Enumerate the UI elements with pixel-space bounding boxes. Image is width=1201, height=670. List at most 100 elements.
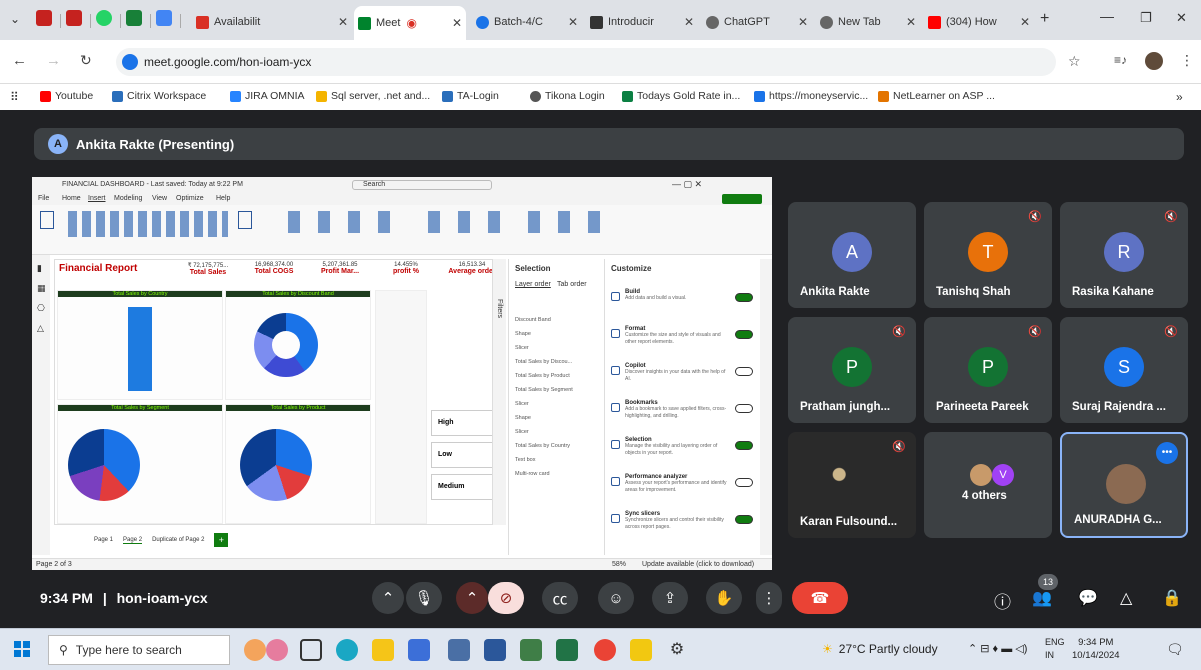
windows-start-icon[interactable] [14,641,30,657]
customize-item-toggle[interactable] [735,404,753,413]
bookmark-gold-rate[interactable]: Todays Gold Rate in... [622,90,740,102]
selection-layer-item[interactable]: Total Sales by Product [515,369,599,383]
tab-search-chevron-icon[interactable]: ⌄ [10,12,20,26]
slicer-high[interactable]: High [431,410,497,436]
pbi-menu-file[interactable]: File [38,195,49,202]
tab-gmail[interactable]: Availabilit ✕ [192,8,352,36]
participant-tile[interactable]: 🔇 P Pratham jungh... [788,317,916,423]
participant-tile[interactable]: 🔇 S Suraj Rajendra ... [1060,317,1188,423]
customize-item-toggle[interactable] [735,367,753,376]
selection-layer-item[interactable]: Text box [515,453,599,467]
pinned-tab-2-icon[interactable] [66,10,82,26]
app-icon[interactable] [520,639,542,661]
slicer-medium[interactable]: Medium [431,474,497,500]
selection-layer-item[interactable]: Shape [515,327,599,341]
cupcake-widget-icon-2[interactable] [266,639,288,661]
chart-sales-by-discount[interactable]: Total Sales by Discount Band [225,290,371,400]
people-icon[interactable]: 👥 [1032,588,1052,608]
participant-tile[interactable]: A Ankita Rakte [788,202,916,308]
language-indicator[interactable]: ENG IN [1045,636,1065,662]
activities-icon[interactable]: △ [1120,588,1132,608]
chart-sales-by-product[interactable]: Total Sales by Product [225,404,371,524]
docs-tab-icon[interactable] [156,10,172,26]
close-icon[interactable]: ✕ [794,15,808,29]
selection-layer-item[interactable]: Slicer [515,397,599,411]
selection-layer-item[interactable]: Slicer [515,341,599,355]
customize-item-toggle[interactable] [735,441,753,450]
bookmark-tikona[interactable]: Tikona Login [530,90,605,102]
tab-intro[interactable]: Introducir ✕ [586,8,698,36]
selection-layer-item[interactable]: Total Sales by Segment [515,383,599,397]
bookmark-ta-login[interactable]: TA-Login [442,90,499,102]
mic-button[interactable]: 🎙 [406,582,442,614]
whatsapp-tab-icon[interactable] [96,10,112,26]
close-icon[interactable]: ✕ [902,15,916,29]
customize-item-toggle[interactable] [735,293,753,302]
customize-item-toggle[interactable] [735,478,753,487]
pbi-menu-view[interactable]: View [152,195,167,202]
pbi-window-controls-icon[interactable]: — ▢ ✕ [672,179,702,190]
apps-grid-icon[interactable]: ⠿ [10,90,19,104]
tab-chatgpt[interactable]: ChatGPT ✕ [702,8,812,36]
weather-widget[interactable]: ☀ 27°C Partly cloudy [822,642,938,656]
visuals-gallery-icon[interactable] [68,211,228,237]
emoji-button[interactable]: ☺ [598,582,634,614]
customize-item-toggle[interactable] [735,330,753,339]
pbi-search-box[interactable]: Search [352,180,492,190]
camera-off-button[interactable]: ⊘ [488,582,524,614]
filter-cards[interactable] [375,290,427,524]
site-info-icon[interactable] [122,54,138,70]
report-view-icon[interactable]: ▮ [37,263,42,274]
leave-call-button[interactable]: ☎ [792,582,848,614]
selection-tab-layer[interactable]: Layer order [515,281,551,288]
system-tray-icons[interactable]: ⌃ ⊟ ♦ ▬ ◁) [968,642,1027,655]
media-control-icon[interactable]: ≡♪ [1114,53,1127,67]
more-visuals-icon[interactable] [238,211,252,229]
notification-icon[interactable]: 🗨 [1166,641,1184,658]
bookmark-star-icon[interactable]: ☆ [1068,53,1081,70]
dax-view-icon[interactable]: △ [37,323,44,334]
forward-button[interactable]: → [46,52,61,69]
ai-visuals-icon[interactable] [288,211,408,233]
pinned-tab-1-icon[interactable] [36,10,52,26]
participant-tile[interactable]: ••• ANURADHA G... [1060,432,1188,538]
present-button[interactable]: ⇪ [652,582,688,614]
close-icon[interactable]: ✕ [680,15,694,29]
pbi-menu-home[interactable]: Home [62,195,81,202]
audio-options-chevron-icon[interactable]: ⌃ [372,582,404,614]
pbi-menu-modeling[interactable]: Modeling [114,195,142,202]
shared-screen[interactable]: FINANCIAL DASHBOARD - Last saved: Today … [32,177,772,570]
settings-gear-icon[interactable]: ⚙ [666,639,688,661]
close-icon[interactable]: ✕ [334,15,348,29]
page-tab-2[interactable]: Page 2 [123,537,143,544]
tile-more-options-icon[interactable]: ••• [1156,442,1178,464]
menu-dots-icon[interactable]: ⋮ [1180,52,1194,69]
bookmark-jira[interactable]: JIRA OMNIA [230,90,305,102]
powerbi-icon[interactable] [630,639,652,661]
word-icon[interactable] [484,639,506,661]
taskbar-clock[interactable]: 9:34 PM 10/14/2024 [1072,636,1120,662]
bookmark-netlearner[interactable]: NetLearner on ASP ... [878,90,995,102]
bookmark-youtube[interactable]: Youtube [40,90,93,102]
page-tab-1[interactable]: Page 1 [94,537,113,543]
file-explorer-icon[interactable] [372,639,394,661]
taskbar-search-box[interactable]: ⚲ Type here to search [48,635,230,665]
maximize-button[interactable]: ❐ [1140,10,1152,26]
participant-tile[interactable]: 🔇 P Parineeta Pareek [924,317,1052,423]
excel-icon[interactable] [556,639,578,661]
model-view-icon[interactable]: ⎔ [37,303,45,314]
cupcake-widget-icon[interactable] [244,639,266,661]
close-icon[interactable]: ✕ [1016,15,1030,29]
pbi-menu-insert[interactable]: Insert [88,195,106,202]
meeting-info-icon[interactable]: ⓘ [994,588,1011,613]
tab-batch[interactable]: Batch-4/C ✕ [472,8,582,36]
url-bar[interactable]: meet.google.com/hon-ioam-ycx [116,48,1056,76]
participant-tile[interactable]: V 4 others [924,432,1052,538]
reload-button[interactable]: ↻ [80,52,92,69]
page-tab-3[interactable]: Duplicate of Page 2 [152,537,204,543]
host-controls-icon[interactable]: 🔒 [1162,588,1182,608]
zoom-level[interactable]: 58% [612,561,626,568]
bookmark-citrix[interactable]: Citrix Workspace [112,90,206,102]
task-view-icon[interactable] [300,639,322,661]
selection-tab-tab-order[interactable]: Tab order [557,281,587,288]
